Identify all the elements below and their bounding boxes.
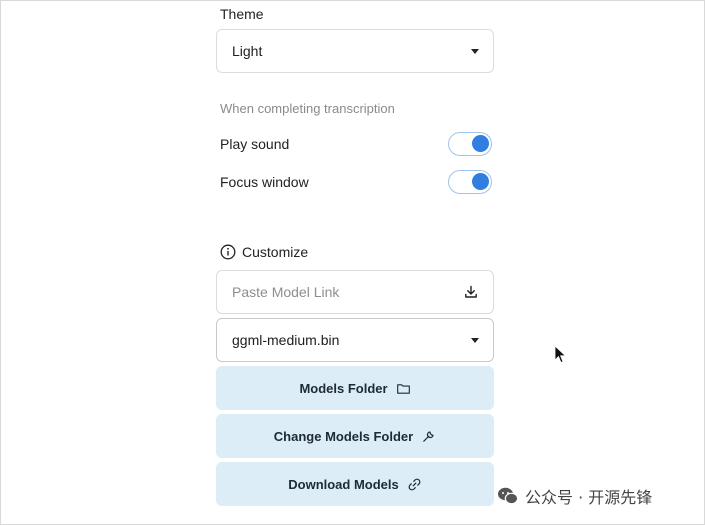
theme-selected-value: Light (232, 43, 263, 59)
toggle-knob (472, 135, 489, 152)
info-icon[interactable] (220, 244, 236, 260)
folder-icon (396, 383, 410, 394)
change-models-folder-button[interactable]: Change Models Folder (216, 414, 494, 458)
model-selected-value: ggml-medium.bin (232, 332, 340, 348)
focus-window-label: Focus window (220, 174, 309, 190)
play-sound-toggle[interactable] (448, 132, 492, 156)
focus-window-toggle[interactable] (448, 170, 492, 194)
models-folder-button[interactable]: Models Folder (216, 366, 494, 410)
theme-label: Theme (220, 6, 264, 22)
chevron-down-icon (471, 48, 479, 54)
download-icon[interactable] (463, 284, 479, 300)
play-sound-row: Play sound (220, 132, 492, 156)
theme-select[interactable]: Light (216, 29, 494, 73)
model-select[interactable]: ggml-medium.bin (216, 318, 494, 362)
watermark-text: 公众号 · 开源先锋 (525, 488, 653, 507)
model-link-field[interactable] (216, 270, 494, 314)
wrench-icon (423, 430, 434, 442)
download-models-button[interactable]: Download Models (216, 462, 494, 506)
wechat-icon (498, 487, 519, 505)
model-link-input[interactable] (232, 284, 463, 300)
watermark: 公众号 · 开源先锋 (497, 484, 652, 508)
completion-section-label: When completing transcription (220, 101, 395, 116)
customize-heading: Customize (220, 244, 308, 260)
chevron-down-icon (471, 337, 479, 343)
download-models-label: Download Models (288, 476, 399, 492)
toggle-knob (472, 173, 489, 190)
focus-window-row: Focus window (220, 170, 492, 194)
models-folder-label: Models Folder (299, 380, 388, 396)
mouse-cursor-icon (554, 345, 567, 364)
play-sound-label: Play sound (220, 136, 290, 152)
change-models-folder-label: Change Models Folder (273, 428, 414, 444)
link-icon (408, 478, 421, 490)
customize-label: Customize (242, 244, 309, 260)
